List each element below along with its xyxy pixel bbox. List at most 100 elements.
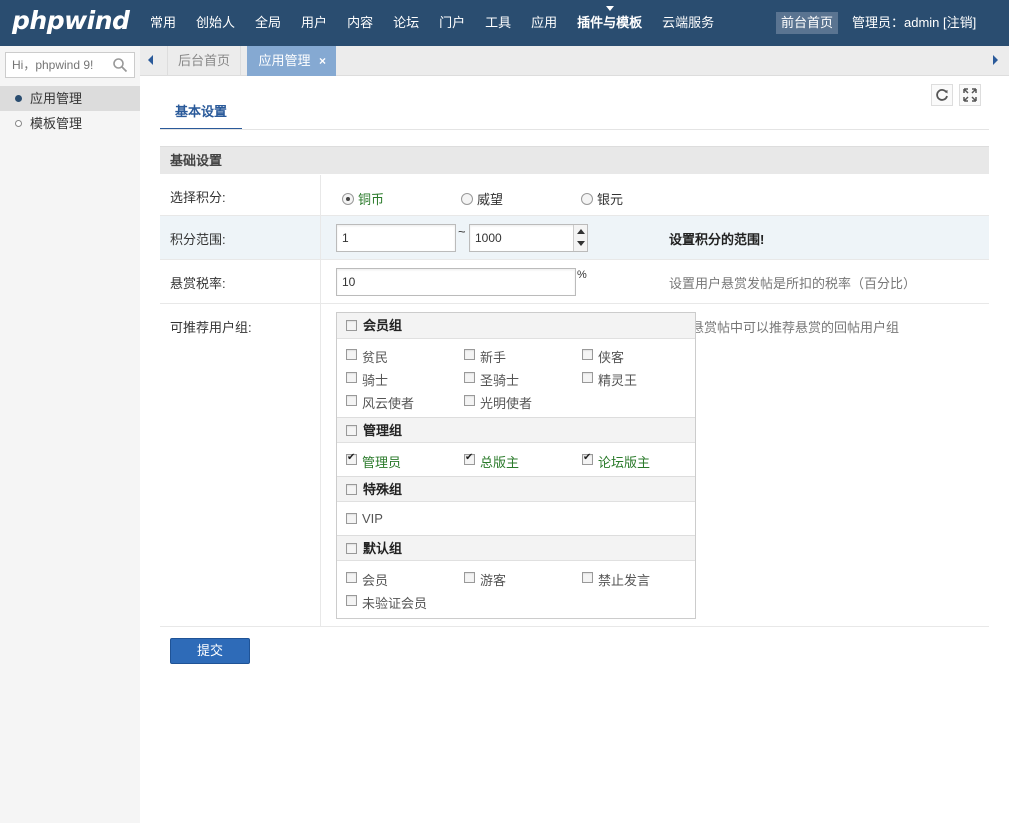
nav-plugins-templates-label: 插件与模板 <box>577 15 643 30</box>
tab-admin-home[interactable]: 后台首页 <box>167 46 241 76</box>
group-option[interactable]: 游客 <box>464 570 506 589</box>
group-header-admin[interactable]: 管理组 <box>337 417 695 443</box>
checkbox-icon[interactable] <box>346 572 357 583</box>
search-icon[interactable] <box>112 57 128 73</box>
number-spinner[interactable] <box>573 225 587 251</box>
active-caret-icon <box>605 6 614 11</box>
checkbox-icon[interactable] <box>346 484 357 495</box>
spinner-up-icon[interactable] <box>577 229 585 234</box>
checkbox-icon[interactable] <box>346 349 357 360</box>
sidebar-item-app-management[interactable]: 应用管理 <box>0 86 140 111</box>
option-label: 管理员 <box>362 455 402 470</box>
refresh-button[interactable] <box>931 84 953 106</box>
checkbox-icon[interactable] <box>582 349 593 360</box>
close-icon[interactable]: × <box>319 46 326 76</box>
group-option[interactable]: 新手 <box>464 347 506 366</box>
checkbox-icon[interactable] <box>464 349 475 360</box>
nav-global[interactable]: 全局 <box>245 0 291 46</box>
group-option[interactable]: 会员 <box>346 570 388 589</box>
nav-apps[interactable]: 应用 <box>521 0 567 46</box>
group-header-default[interactable]: 默认组 <box>337 535 695 561</box>
checkbox-icon[interactable] <box>464 572 475 583</box>
tab-label: 应用管理 <box>258 53 311 68</box>
search-input[interactable] <box>6 53 106 77</box>
fullscreen-button[interactable] <box>959 84 981 106</box>
group-option[interactable]: 管理员 <box>346 452 401 471</box>
group-option[interactable]: VIP <box>346 511 383 526</box>
group-option[interactable]: 禁止发言 <box>582 570 650 589</box>
nav-cloud[interactable]: 云端服务 <box>652 0 724 46</box>
group-option[interactable]: 精灵王 <box>582 370 637 389</box>
nav-portal[interactable]: 门户 <box>429 0 475 46</box>
checkbox-icon[interactable] <box>582 372 593 383</box>
group-option[interactable]: 论坛版主 <box>582 452 650 471</box>
nav-common[interactable]: 常用 <box>140 0 186 46</box>
group-option[interactable]: 圣骑士 <box>464 370 519 389</box>
checkbox-icon[interactable] <box>582 572 593 583</box>
checkbox-icon[interactable] <box>346 595 357 606</box>
checkbox-icon[interactable] <box>346 543 357 554</box>
group-option[interactable]: 光明使者 <box>464 393 532 412</box>
group-option[interactable]: 贫民 <box>346 347 388 366</box>
option-label: 会员 <box>362 573 389 588</box>
sidebar-item-label: 应用管理 <box>30 91 83 106</box>
checkbox-icon[interactable] <box>346 395 357 406</box>
credit-radio-silver[interactable]: 银元 <box>581 189 623 208</box>
range-max-value: 1000 <box>475 231 502 245</box>
top-bar: phpwind 常用 创始人 全局 用户 内容 论坛 门户 工具 应用 插件与模… <box>0 0 1009 46</box>
group-option[interactable]: 侠客 <box>582 347 624 366</box>
sidebar-item-label: 模板管理 <box>30 116 83 131</box>
credit-radio-prestige[interactable]: 威望 <box>461 189 503 208</box>
group-header-member[interactable]: 会员组 <box>337 313 695 339</box>
tax-rate-input[interactable]: 10 <box>336 268 576 296</box>
option-label: 论坛版主 <box>598 455 651 470</box>
group-option[interactable]: 骑士 <box>346 370 388 389</box>
bullet-icon <box>15 95 22 102</box>
nav-content[interactable]: 内容 <box>337 0 383 46</box>
submit-button[interactable]: 提交 <box>170 638 250 664</box>
group-option[interactable]: 总版主 <box>464 452 519 471</box>
tab-scroll-right-icon[interactable] <box>993 55 998 65</box>
phpwind-logo[interactable]: phpwind <box>12 6 130 35</box>
checkbox-checked-icon[interactable] <box>464 452 475 465</box>
nav-tools[interactable]: 工具 <box>475 0 521 46</box>
search-box[interactable] <box>5 52 135 78</box>
radio-label: 银元 <box>597 192 624 207</box>
tab-scroll-left-icon[interactable] <box>148 55 153 65</box>
nav-founder[interactable]: 创始人 <box>186 0 245 46</box>
checkbox-checked-icon[interactable] <box>582 452 593 465</box>
option-label: 侠客 <box>598 350 625 365</box>
range-min-input[interactable]: 1 <box>336 224 456 252</box>
checkbox-icon[interactable] <box>346 320 357 331</box>
nav-plugins-templates[interactable]: 插件与模板 <box>567 0 652 46</box>
option-label: 贫民 <box>362 350 389 365</box>
option-label: 游客 <box>480 573 507 588</box>
credit-label: 选择积分: <box>170 190 226 205</box>
tax-unit: % <box>577 269 587 281</box>
range-max-input[interactable]: 1000 <box>469 224 588 252</box>
option-label: 圣骑士 <box>480 373 520 388</box>
nav-users[interactable]: 用户 <box>291 0 337 46</box>
nav-forum[interactable]: 论坛 <box>383 0 429 46</box>
group-option[interactable]: 未验证会员 <box>346 593 427 612</box>
tab-basic-settings[interactable]: 基本设置 <box>160 100 242 130</box>
checkbox-icon[interactable] <box>346 513 357 524</box>
spinner-down-icon[interactable] <box>577 241 585 246</box>
group-title: 管理组 <box>363 423 403 438</box>
credit-radio-copper[interactable]: 铜币 <box>342 189 384 208</box>
tab-app-management[interactable]: 应用管理 × <box>247 46 336 76</box>
checkbox-icon[interactable] <box>346 372 357 383</box>
admin-info[interactable]: 管理员：admin [注销] <box>852 0 976 46</box>
checkbox-icon[interactable] <box>346 425 357 436</box>
front-home-button[interactable]: 前台首页 <box>776 12 838 34</box>
divider <box>320 216 321 259</box>
option-label: 风云使者 <box>362 396 415 411</box>
group-header-special[interactable]: 特殊组 <box>337 476 695 502</box>
sidebar-item-template-management[interactable]: 模板管理 <box>0 111 140 136</box>
group-option[interactable]: 风云使者 <box>346 393 414 412</box>
checkbox-icon[interactable] <box>464 395 475 406</box>
checkbox-icon[interactable] <box>464 372 475 383</box>
option-label: 精灵王 <box>598 373 638 388</box>
checkbox-checked-icon[interactable] <box>346 452 357 465</box>
divider <box>320 304 321 626</box>
